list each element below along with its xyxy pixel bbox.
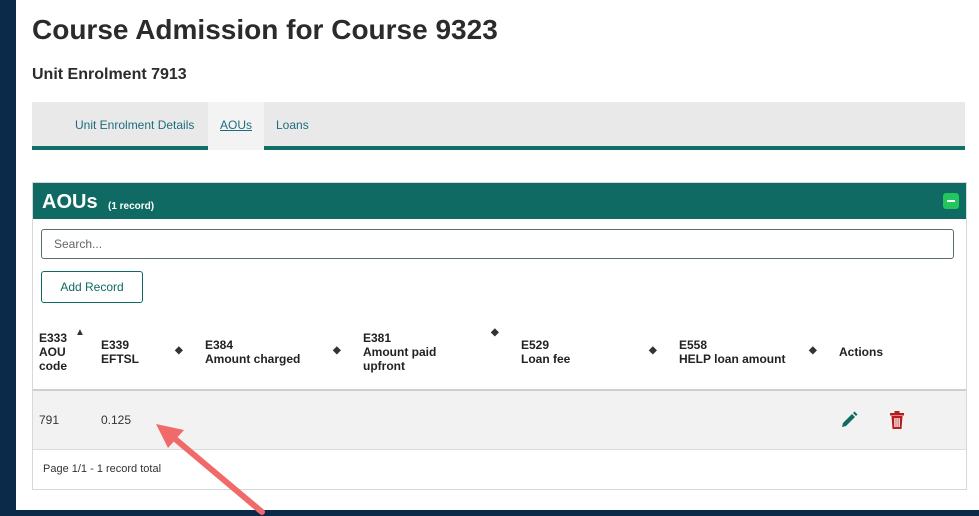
panel-header: AOUs (1 record) [33, 183, 966, 219]
page-title: Course Admission for Course 9323 [32, 14, 498, 45]
tab-bar: Unit Enrolment Details AOUs Loans [32, 102, 965, 150]
trash-icon[interactable] [887, 410, 907, 430]
column-label: Amount paid upfront [363, 345, 437, 373]
column-code: E529 [521, 338, 550, 352]
column-label: Actions [839, 345, 884, 359]
sort-icon: ◆ [491, 327, 499, 338]
column-header-eftsl[interactable]: E339 EFTSL ◆ [95, 315, 199, 391]
pencil-icon[interactable] [839, 410, 859, 430]
cell-actions [833, 390, 966, 450]
annotation-arrow-icon [156, 424, 265, 515]
pagination-text: Page 1/1 - 1 record total [43, 463, 162, 475]
column-header-help-loan-amount[interactable]: E558 HELP loan amount ◆ [673, 315, 833, 391]
column-label: AOU code [39, 345, 68, 373]
table-header-row: E333 AOU code ▲ E339 EFTSL ◆ E384 Amount… [33, 315, 966, 391]
cell-help-loan-amount [673, 390, 833, 450]
sort-icon: ◆ [649, 345, 657, 356]
column-code: E384 [205, 338, 234, 352]
column-header-amount-charged[interactable]: E384 Amount charged ◆ [199, 315, 357, 391]
collapse-icon[interactable] [943, 193, 959, 209]
column-header-actions: Actions [833, 315, 966, 391]
panel-title: AOUs [42, 191, 98, 213]
column-header-amount-paid-upfront[interactable]: E381 Amount paid upfront ◆ [357, 315, 515, 391]
tab-underline-right [264, 146, 965, 150]
tab-aous[interactable]: AOUs [220, 118, 252, 132]
tab-underline-left [32, 146, 208, 150]
row-actions [839, 410, 960, 430]
add-record-button[interactable]: Add Record [41, 271, 143, 303]
column-label: HELP loan amount [679, 352, 786, 366]
cell-amount-paid-upfront [357, 390, 515, 450]
sort-icon: ◆ [809, 345, 817, 356]
cell-aou-code: 791 [33, 390, 95, 450]
column-header-loan-fee[interactable]: E529 Loan fee ◆ [515, 315, 673, 391]
sort-asc-icon: ▲ [75, 327, 85, 338]
sort-icon: ◆ [333, 345, 341, 356]
record-count: (1 record) [108, 201, 155, 212]
cell-loan-fee [515, 390, 673, 450]
search-input[interactable] [41, 229, 954, 259]
tab-loans[interactable]: Loans [276, 118, 309, 132]
column-header-aou-code[interactable]: E333 AOU code ▲ [33, 315, 95, 391]
column-label: Loan fee [521, 352, 571, 366]
column-label: Amount charged [205, 352, 301, 366]
column-code: E558 [679, 338, 708, 352]
column-code: E381 [363, 331, 392, 345]
sub-title: Unit Enrolment 7913 [32, 66, 187, 83]
tab-unit-enrolment-details[interactable]: Unit Enrolment Details [75, 118, 194, 132]
sort-icon: ◆ [175, 345, 183, 356]
